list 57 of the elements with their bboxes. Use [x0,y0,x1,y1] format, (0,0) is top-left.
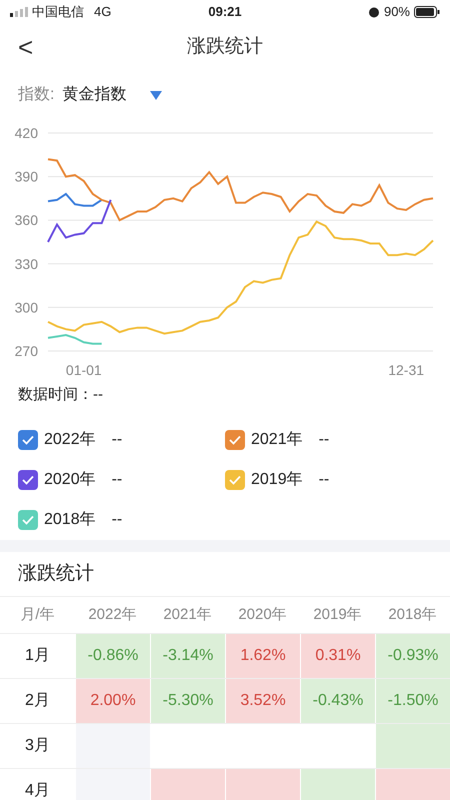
checkbox[interactable] [18,470,38,490]
battery-icon [414,6,440,18]
table-cell: 0.31% [300,634,375,678]
caret-icon [150,90,162,100]
table-cell: 1.62% [225,634,300,678]
checkbox[interactable] [225,470,245,490]
legend-item[interactable]: 2018年 -- [18,500,225,540]
column-header: 2021年 [162,604,213,625]
column-header: 2019年 [312,604,363,625]
legend-item[interactable]: 2021年 -- [225,420,432,460]
axis-label: 330 [14,256,38,272]
check-icon [229,435,241,445]
axis-label: 300 [14,299,38,316]
legend-item[interactable]: 2022年 -- [18,420,225,460]
axis-label: 390 [14,168,38,185]
row-header: 4月 [24,781,51,800]
table-cell: -3.14% [150,634,225,678]
axis-label: 12-31 [388,362,424,378]
table-cell: 3.52% [225,679,300,723]
table-cell: -0.43% [300,679,375,723]
column-header: 2020年 [237,604,288,625]
signal-icon [10,7,28,17]
table-cell: -5.30% [150,679,225,723]
alarm-icon [368,6,380,18]
column-header: 2018年 [387,604,438,625]
column-header: 2022年 [87,604,138,625]
axis-label: 420 [14,125,38,141]
data-time: 数据时间：-- [18,384,103,405]
column-header: 月/年 [19,604,56,625]
check-icon [22,475,34,485]
picker-label: 指数: [18,85,54,105]
checkbox[interactable] [18,510,38,530]
table-cell: -0.86% [75,634,150,678]
axis-label: 360 [14,212,38,228]
check-icon [22,515,34,525]
row-header: 1月 [24,646,51,666]
table-cell: -1.50% [375,679,450,723]
row-header: 2月 [24,691,51,711]
axis-label: 01-01 [66,362,102,378]
page-title: 涨跌统计 [187,34,263,59]
carrier-name: 中国电信 [32,3,84,22]
index-dropdown[interactable]: 黄金指数 [62,83,162,107]
clock: 09:21 [208,3,242,22]
battery-percent: 90% [384,3,410,22]
checkbox[interactable] [18,430,38,450]
table-cell: -0.93% [375,634,450,678]
network-type: 4G [94,3,112,22]
check-icon [22,435,34,445]
legend-item[interactable]: 2020年 -- [18,460,225,500]
legend-item[interactable]: 2019年 -- [225,460,432,500]
table-cell: 2.00% [75,679,150,723]
check-icon [229,475,241,485]
checkbox[interactable] [225,430,245,450]
row-header: 3月 [24,736,51,756]
back-button[interactable]: < [18,34,34,60]
section-title: 涨跌统计 [18,562,94,586]
axis-label: 270 [14,343,38,359]
